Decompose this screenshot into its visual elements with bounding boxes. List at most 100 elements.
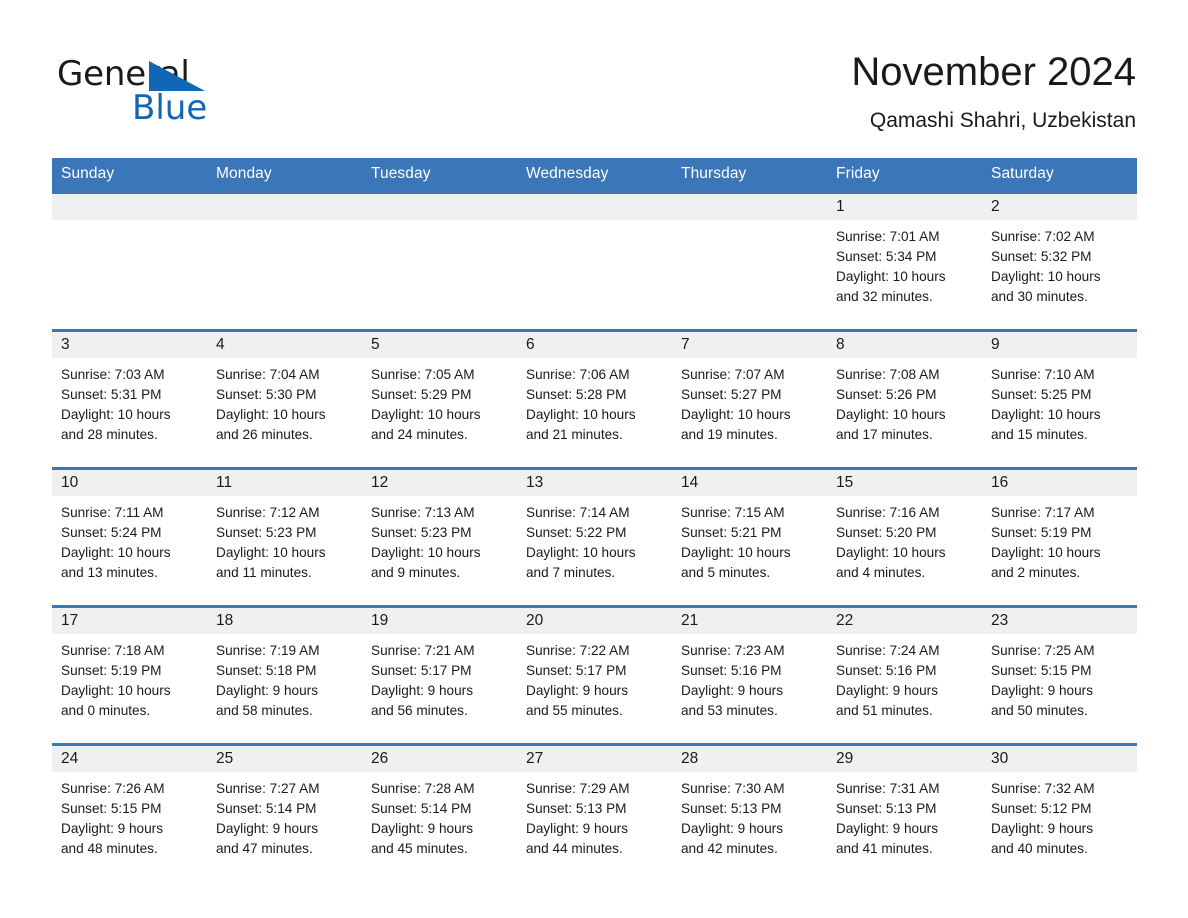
sunrise-text: Sunrise: 7:04 AM <box>216 367 320 382</box>
daylight-text: Daylight: 10 hours <box>526 545 636 560</box>
daylight-text-cont: and 26 minutes. <box>216 427 313 442</box>
sunset-text: Sunset: 5:34 PM <box>836 249 937 264</box>
day-details: Sunrise: 7:30 AM Sunset: 5:13 PM Daylight:… <box>672 772 827 859</box>
calendar-page: General Blue November 2024 Qamashi Shahr… <box>0 0 1188 918</box>
sunrise-text: Sunrise: 7:06 AM <box>526 367 630 382</box>
daylight-text-cont: and 45 minutes. <box>371 841 468 856</box>
day-number <box>362 194 517 220</box>
calendar-day-cell[interactable]: 22 Sunrise: 7:24 AM Sunset: 5:16 PM Dayligh… <box>827 605 982 745</box>
day-number: 15 <box>827 470 982 496</box>
day-number: 1 <box>827 194 982 220</box>
calendar-day-cell[interactable]: 12 Sunrise: 7:13 AM Sunset: 5:23 PM Dayligh… <box>362 467 517 607</box>
daylight-text-cont: and 19 minutes. <box>681 427 778 442</box>
day-number: 9 <box>982 332 1137 358</box>
day-number: 28 <box>672 746 827 772</box>
day-details: Sunrise: 7:16 AM Sunset: 5:20 PM Daylight:… <box>827 496 982 583</box>
calendar-day-cell[interactable]: 10 Sunrise: 7:11 AM Sunset: 5:24 PM Dayligh… <box>52 467 207 607</box>
daylight-text-cont: and 48 minutes. <box>61 841 158 856</box>
sunrise-text: Sunrise: 7:18 AM <box>61 643 165 658</box>
day-details: Sunrise: 7:32 AM Sunset: 5:12 PM Daylight:… <box>982 772 1137 859</box>
location-subtitle: Qamashi Shahri, Uzbekistan <box>869 109 1136 132</box>
calendar-week-row: 1 Sunrise: 7:01 AM Sunset: 5:34 PM Daylight… <box>52 191 1137 331</box>
calendar-day-cell[interactable]: 19 Sunrise: 7:21 AM Sunset: 5:17 PM Dayligh… <box>362 605 517 745</box>
calendar-day-cell[interactable]: 4 Sunrise: 7:04 AM Sunset: 5:30 PM Daylight… <box>207 329 362 469</box>
calendar-day-cell[interactable]: 8 Sunrise: 7:08 AM Sunset: 5:26 PM Daylight… <box>827 329 982 469</box>
daylight-text: Daylight: 9 hours <box>526 821 629 836</box>
sunrise-text: Sunrise: 7:02 AM <box>991 229 1095 244</box>
daylight-text: Daylight: 9 hours <box>371 821 474 836</box>
calendar-day-cell[interactable]: 11 Sunrise: 7:12 AM Sunset: 5:23 PM Dayligh… <box>207 467 362 607</box>
calendar-day-cell[interactable]: 30 Sunrise: 7:32 AM Sunset: 5:12 PM Dayligh… <box>982 743 1137 881</box>
calendar-day-cell[interactable]: 2 Sunrise: 7:02 AM Sunset: 5:32 PM Daylight… <box>982 191 1137 331</box>
calendar-day-cell[interactable]: 17 Sunrise: 7:18 AM Sunset: 5:19 PM Dayligh… <box>52 605 207 745</box>
day-number: 10 <box>52 470 207 496</box>
calendar-day-cell[interactable]: 5 Sunrise: 7:05 AM Sunset: 5:29 PM Daylight… <box>362 329 517 469</box>
general-blue-logo[interactable]: General Blue <box>57 55 317 130</box>
day-details: Sunrise: 7:12 AM Sunset: 5:23 PM Daylight:… <box>207 496 362 583</box>
weekday-header-row: Sunday Monday Tuesday Wednesday Thursday Frid… <box>52 158 1137 193</box>
calendar-day-cell[interactable]: 3 Sunrise: 7:03 AM Sunset: 5:31 PM Daylight… <box>52 329 207 469</box>
calendar-day-cell[interactable]: 28 Sunrise: 7:30 AM Sunset: 5:13 PM Dayligh… <box>672 743 827 881</box>
calendar-day-cell[interactable]: 29 Sunrise: 7:31 AM Sunset: 5:13 PM Dayligh… <box>827 743 982 881</box>
sunrise-text: Sunrise: 7:08 AM <box>836 367 940 382</box>
sunrise-text: Sunrise: 7:14 AM <box>526 505 630 520</box>
sunset-text: Sunset: 5:19 PM <box>991 525 1092 540</box>
daylight-text: Daylight: 10 hours <box>836 269 946 284</box>
daylight-text-cont: and 32 minutes. <box>836 289 933 304</box>
daylight-text-cont: and 53 minutes. <box>681 703 778 718</box>
calendar-day-cell[interactable]: 16 Sunrise: 7:17 AM Sunset: 5:19 PM Dayligh… <box>982 467 1137 607</box>
day-number: 30 <box>982 746 1137 772</box>
day-details: Sunrise: 7:29 AM Sunset: 5:13 PM Daylight:… <box>517 772 672 859</box>
day-details: Sunrise: 7:03 AM Sunset: 5:31 PM Daylight:… <box>52 358 207 445</box>
day-number: 24 <box>52 746 207 772</box>
daylight-text: Daylight: 9 hours <box>836 821 939 836</box>
daylight-text-cont: and 58 minutes. <box>216 703 313 718</box>
sunset-text: Sunset: 5:28 PM <box>526 387 627 402</box>
sunset-text: Sunset: 5:23 PM <box>371 525 472 540</box>
day-number: 11 <box>207 470 362 496</box>
daylight-text-cont: and 15 minutes. <box>991 427 1088 442</box>
calendar-day-cell[interactable]: 20 Sunrise: 7:22 AM Sunset: 5:17 PM Dayligh… <box>517 605 672 745</box>
calendar-week-row: 3 Sunrise: 7:03 AM Sunset: 5:31 PM Daylight… <box>52 329 1137 469</box>
sunset-text: Sunset: 5:23 PM <box>216 525 317 540</box>
day-number: 12 <box>362 470 517 496</box>
daylight-text: Daylight: 10 hours <box>836 407 946 422</box>
day-details: Sunrise: 7:15 AM Sunset: 5:21 PM Daylight:… <box>672 496 827 583</box>
weekday-header-sunday: Sunday <box>52 158 207 193</box>
day-number <box>207 194 362 220</box>
calendar-day-cell[interactable]: 25 Sunrise: 7:27 AM Sunset: 5:14 PM Dayligh… <box>207 743 362 881</box>
calendar-day-cell-empty <box>52 191 207 331</box>
sunrise-text: Sunrise: 7:32 AM <box>991 781 1095 796</box>
calendar-day-cell[interactable]: 9 Sunrise: 7:10 AM Sunset: 5:25 PM Daylight… <box>982 329 1137 469</box>
sunset-text: Sunset: 5:19 PM <box>61 663 162 678</box>
calendar-day-cell[interactable]: 13 Sunrise: 7:14 AM Sunset: 5:22 PM Dayligh… <box>517 467 672 607</box>
sunrise-text: Sunrise: 7:27 AM <box>216 781 320 796</box>
calendar-day-cell[interactable]: 14 Sunrise: 7:15 AM Sunset: 5:21 PM Dayligh… <box>672 467 827 607</box>
day-details: Sunrise: 7:07 AM Sunset: 5:27 PM Daylight:… <box>672 358 827 445</box>
daylight-text-cont: and 11 minutes. <box>216 565 312 580</box>
calendar-day-cell[interactable]: 23 Sunrise: 7:25 AM Sunset: 5:15 PM Dayligh… <box>982 605 1137 745</box>
day-number: 29 <box>827 746 982 772</box>
day-details: Sunrise: 7:26 AM Sunset: 5:15 PM Daylight:… <box>52 772 207 859</box>
daylight-text-cont: and 2 minutes. <box>991 565 1081 580</box>
daylight-text: Daylight: 10 hours <box>371 545 481 560</box>
daylight-text-cont: and 47 minutes. <box>216 841 313 856</box>
daylight-text: Daylight: 10 hours <box>681 545 791 560</box>
day-details: Sunrise: 7:31 AM Sunset: 5:13 PM Daylight:… <box>827 772 982 859</box>
daylight-text: Daylight: 9 hours <box>681 683 784 698</box>
sunset-text: Sunset: 5:24 PM <box>61 525 162 540</box>
daylight-text: Daylight: 9 hours <box>991 821 1094 836</box>
calendar-day-cell[interactable]: 1 Sunrise: 7:01 AM Sunset: 5:34 PM Daylight… <box>827 191 982 331</box>
weekday-header-friday: Friday <box>827 158 982 193</box>
calendar-day-cell[interactable]: 26 Sunrise: 7:28 AM Sunset: 5:14 PM Dayligh… <box>362 743 517 881</box>
calendar-day-cell[interactable]: 27 Sunrise: 7:29 AM Sunset: 5:13 PM Dayligh… <box>517 743 672 881</box>
calendar-day-cell[interactable]: 24 Sunrise: 7:26 AM Sunset: 5:15 PM Dayligh… <box>52 743 207 881</box>
day-details: Sunrise: 7:19 AM Sunset: 5:18 PM Daylight:… <box>207 634 362 721</box>
calendar-day-cell[interactable]: 15 Sunrise: 7:16 AM Sunset: 5:20 PM Dayligh… <box>827 467 982 607</box>
calendar-day-cell[interactable]: 18 Sunrise: 7:19 AM Sunset: 5:18 PM Dayligh… <box>207 605 362 745</box>
calendar-day-cell[interactable]: 7 Sunrise: 7:07 AM Sunset: 5:27 PM Daylight… <box>672 329 827 469</box>
calendar-day-cell[interactable]: 6 Sunrise: 7:06 AM Sunset: 5:28 PM Daylight… <box>517 329 672 469</box>
calendar-day-cell[interactable]: 21 Sunrise: 7:23 AM Sunset: 5:16 PM Dayligh… <box>672 605 827 745</box>
day-number <box>52 194 207 220</box>
daylight-text: Daylight: 10 hours <box>991 407 1101 422</box>
